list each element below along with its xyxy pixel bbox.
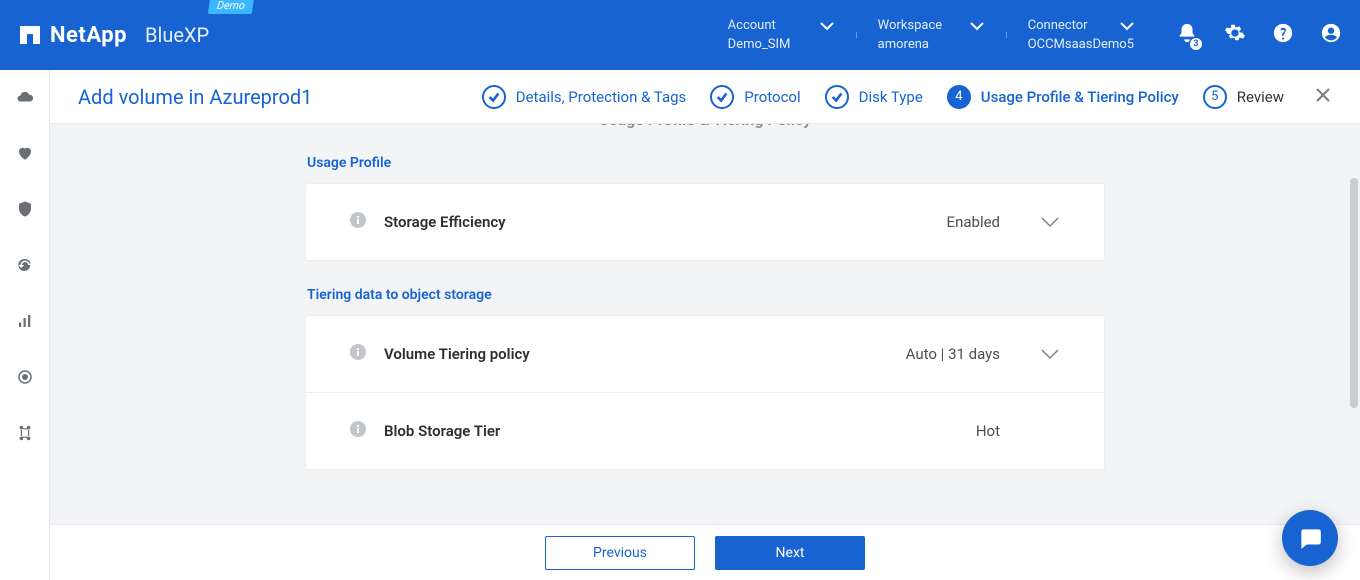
step-protocol[interactable]: Protocol	[710, 85, 800, 109]
target-icon	[16, 368, 34, 386]
previous-button[interactable]: Previous	[545, 536, 695, 570]
info-icon	[350, 212, 366, 232]
step-review[interactable]: 5 Review	[1203, 85, 1284, 109]
nodes-icon	[16, 424, 34, 442]
section-usage-profile-card: Storage Efficiency Enabled	[305, 183, 1105, 261]
context-switchers: Account Demo_SIM Workspace amorena Conne…	[706, 18, 1156, 52]
step-disk-type[interactable]: Disk Type	[825, 85, 923, 109]
user-icon	[1320, 22, 1342, 44]
info-icon	[350, 344, 366, 364]
rail-canvas[interactable]	[16, 88, 34, 110]
close-icon	[1314, 86, 1332, 104]
rail-sync[interactable]	[16, 256, 34, 278]
row-storage-efficiency[interactable]: Storage Efficiency Enabled	[306, 184, 1104, 260]
scrollbar[interactable]	[1346, 124, 1360, 524]
row-value: Hot	[976, 422, 1000, 440]
user-button[interactable]	[1320, 22, 1342, 48]
row-blob-storage-tier: Blob Storage Tier Hot	[306, 392, 1104, 469]
top-bar: NetApp Demo BlueXP Account Demo_SIM Work…	[0, 0, 1360, 70]
step-details[interactable]: Details, Protection & Tags	[482, 85, 687, 109]
main-content: Usage Profile & Tiering Policy Usage Pro…	[50, 124, 1360, 524]
context-account-label: Account	[728, 18, 776, 33]
notifications-button[interactable]: 3	[1176, 22, 1198, 48]
row-label: Blob Storage Tier	[384, 422, 976, 440]
context-connector-label: Connector	[1028, 18, 1088, 33]
chevron-down-icon	[970, 21, 984, 31]
rail-analytics[interactable]	[16, 312, 34, 334]
bars-icon	[16, 312, 34, 330]
help-button[interactable]	[1272, 22, 1294, 48]
check-icon	[710, 85, 734, 109]
row-label: Storage Efficiency	[384, 213, 947, 231]
check-icon	[825, 85, 849, 109]
shield-icon	[16, 200, 34, 218]
cloud-icon	[16, 88, 34, 106]
settings-button[interactable]	[1224, 22, 1246, 48]
info-icon	[350, 421, 366, 441]
step-label: Usage Profile & Tiering Policy	[981, 88, 1179, 106]
sync-icon	[16, 256, 34, 274]
context-workspace-label: Workspace	[878, 18, 943, 33]
heart-icon	[16, 144, 34, 162]
rail-governance[interactable]	[16, 368, 34, 390]
row-value: Auto | 31 days	[906, 345, 1000, 363]
section-usage-profile-title: Usage Profile	[307, 155, 1105, 171]
chat-button[interactable]	[1282, 510, 1338, 566]
page-heading: Usage Profile & Tiering Policy	[305, 124, 1105, 129]
row-volume-tiering-policy[interactable]: Volume Tiering policy Auto | 31 days	[306, 316, 1104, 392]
next-button[interactable]: Next	[715, 536, 865, 570]
section-tiering-card: Volume Tiering policy Auto | 31 days Blo…	[305, 315, 1105, 470]
close-wizard-button[interactable]	[1314, 86, 1332, 108]
brand-text: NetApp	[50, 23, 127, 48]
row-label: Volume Tiering policy	[384, 345, 906, 363]
netapp-icon	[18, 23, 42, 47]
chevron-down-icon	[1040, 213, 1060, 232]
wizard-footer: Previous Next	[50, 524, 1360, 580]
left-nav-rail	[0, 70, 50, 580]
notification-count: 3	[1190, 38, 1202, 50]
step-label: Disk Type	[859, 88, 923, 106]
product-block: Demo BlueXP	[145, 23, 209, 47]
step-usage-profile[interactable]: 4 Usage Profile & Tiering Policy	[947, 85, 1179, 109]
step-label: Review	[1237, 88, 1284, 106]
brand-logo: NetApp	[18, 23, 127, 48]
chevron-down-icon	[1040, 345, 1060, 364]
context-connector[interactable]: Connector OCCMsaasDemo5	[1006, 18, 1156, 52]
section-tiering-title: Tiering data to object storage	[307, 287, 1105, 303]
context-connector-value: OCCMsaasDemo5	[1028, 37, 1134, 52]
step-label: Protocol	[744, 88, 800, 106]
step-label: Details, Protection & Tags	[516, 88, 687, 106]
step-number: 5	[1203, 85, 1227, 109]
chevron-down-icon	[820, 21, 834, 31]
context-workspace[interactable]: Workspace amorena	[856, 18, 1006, 52]
gear-icon	[1224, 22, 1246, 44]
wizard-step-bar: Add volume in Azureprod1 Details, Protec…	[50, 70, 1360, 124]
rail-protection[interactable]	[16, 200, 34, 222]
step-number: 4	[947, 85, 971, 109]
top-icon-group: 3	[1176, 22, 1342, 48]
chat-icon	[1297, 525, 1323, 551]
chevron-down-icon	[1120, 21, 1134, 31]
scrollbar-thumb[interactable]	[1350, 178, 1358, 408]
demo-tag: Demo	[208, 0, 254, 14]
row-value: Enabled	[947, 213, 1000, 231]
context-account-value: Demo_SIM	[728, 37, 834, 52]
page-title: Add volume in Azureprod1	[78, 85, 312, 109]
context-account[interactable]: Account Demo_SIM	[706, 18, 856, 52]
check-icon	[482, 85, 506, 109]
brand-block: NetApp Demo BlueXP	[18, 23, 209, 48]
context-workspace-value: amorena	[878, 37, 984, 52]
rail-extensions[interactable]	[16, 424, 34, 446]
product-name: BlueXP	[145, 23, 209, 47]
help-icon	[1272, 22, 1294, 44]
rail-health[interactable]	[16, 144, 34, 166]
